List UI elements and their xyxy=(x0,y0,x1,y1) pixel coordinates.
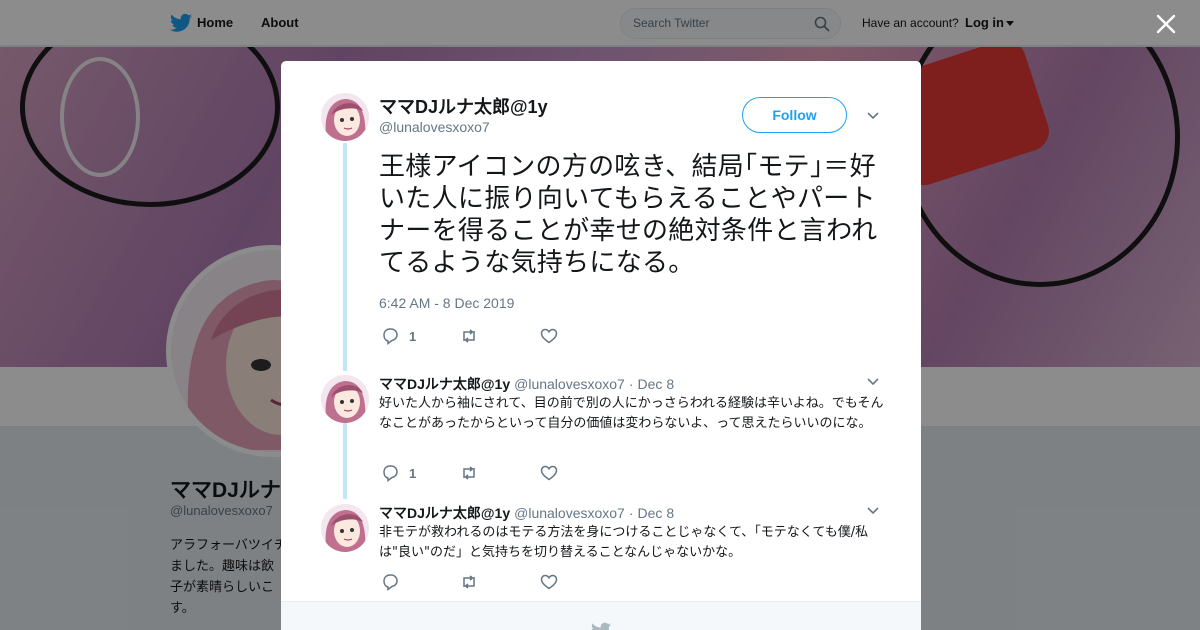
heart-icon xyxy=(540,465,558,481)
modal-footer xyxy=(281,601,921,630)
thread-line xyxy=(343,143,347,371)
reply-icon xyxy=(383,328,398,345)
like-action[interactable] xyxy=(540,464,558,482)
reply-tweet[interactable]: ママDJルナ太郎@1y @lunalovesxoxo7 · Dec 8 好いた人から袖… xyxy=(379,374,889,454)
heart-icon xyxy=(540,574,558,590)
chevron-down-icon[interactable] xyxy=(867,507,879,515)
reply-text: 好いた人から袖にされて、目の前で別の人にかっさらわれる経験は辛いよね。でもそんな… xyxy=(379,396,884,431)
retweet-action[interactable] xyxy=(460,464,478,482)
chevron-down-icon[interactable] xyxy=(867,112,879,120)
reply-action[interactable] xyxy=(381,573,399,591)
heart-icon xyxy=(540,328,558,344)
reply-count: 1 xyxy=(409,465,417,481)
reply-date[interactable]: Dec 8 xyxy=(638,505,675,521)
reply-author-name[interactable]: ママDJルナ太郎@1y xyxy=(379,505,510,521)
author-avatar[interactable] xyxy=(321,93,369,141)
reply-header: ママDJルナ太郎@1y @lunalovesxoxo7 · Dec 8 xyxy=(379,503,674,523)
tweet-modal: ママDJルナ太郎@1y @lunalovesxoxo7 Follow 王様アイコ… xyxy=(281,61,921,630)
reply-avatar[interactable] xyxy=(321,504,369,552)
tweet-text: 王様アイコンの方の呟き、結局｢モテ｣＝好いた人に振り向いてもらえることやパートナ… xyxy=(379,152,878,278)
reply-count: 1 xyxy=(409,328,417,344)
reply-icon xyxy=(383,465,398,482)
separator-dot: · xyxy=(628,376,634,392)
like-action[interactable] xyxy=(540,327,558,345)
retweet-icon xyxy=(463,466,475,480)
reply-text: 非モテが救われるのはモテる方法を身につけることじゃなくて、「モテなくても僕/私は… xyxy=(379,525,869,560)
follow-button[interactable]: Follow xyxy=(742,97,847,133)
reply-author-handle[interactable]: @lunalovesxoxo7 xyxy=(514,376,625,392)
reply-icon xyxy=(383,574,398,591)
retweet-action[interactable] xyxy=(460,573,478,591)
reply-header: ママDJルナ太郎@1y @lunalovesxoxo7 · Dec 8 xyxy=(379,374,674,394)
tweet-timestamp[interactable]: 6:42 AM - 8 Dec 2019 xyxy=(379,295,514,311)
reply-author-handle[interactable]: @lunalovesxoxo7 xyxy=(514,505,625,521)
twitter-bird-icon xyxy=(591,622,611,630)
reply-action[interactable]: 1 xyxy=(381,464,416,482)
reply-avatar[interactable] xyxy=(321,375,369,423)
author-handle[interactable]: @lunalovesxoxo7 xyxy=(379,119,490,135)
reply-date[interactable]: Dec 8 xyxy=(638,376,675,392)
close-icon[interactable] xyxy=(1154,12,1178,36)
reply-tweet[interactable]: ママDJルナ太郎@1y @lunalovesxoxo7 · Dec 8 非モテが救われ… xyxy=(379,503,889,563)
reply-author-name[interactable]: ママDJルナ太郎@1y xyxy=(379,376,510,392)
thread-line xyxy=(343,423,347,499)
retweet-icon xyxy=(463,329,475,343)
like-action[interactable] xyxy=(540,573,558,591)
reply-action[interactable]: 1 xyxy=(381,327,416,345)
retweet-action[interactable] xyxy=(460,327,478,345)
retweet-icon xyxy=(463,575,475,589)
separator-dot: · xyxy=(628,505,634,521)
author-name[interactable]: ママDJルナ太郎@1y xyxy=(379,93,548,119)
chevron-down-icon[interactable] xyxy=(867,378,879,386)
